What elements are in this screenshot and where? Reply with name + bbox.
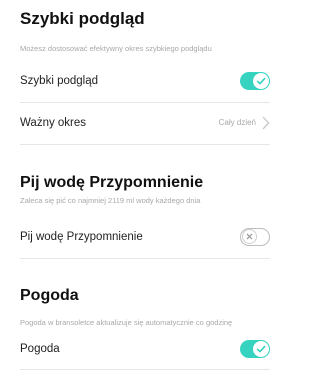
weather-row: Pogoda xyxy=(20,339,270,363)
weather-description: Pogoda w bransoletce aktualizuje się aut… xyxy=(20,318,233,327)
valid-period-label: Ważny okres xyxy=(20,117,87,129)
water-reminder-description: Zaleca się pić co najmniej 2119 ml wody … xyxy=(20,196,201,205)
weather-toggle[interactable] xyxy=(240,340,270,358)
weather-title: Pogoda xyxy=(20,287,79,304)
quick-view-toggle-label: Szybki podgląd xyxy=(20,75,98,87)
check-icon xyxy=(256,77,266,85)
water-reminder-title: Pij wodę Przypomnienie xyxy=(20,174,204,191)
divider xyxy=(20,369,270,370)
quick-view-description: Możesz dostosować efektywny okres szybki… xyxy=(20,44,212,53)
weather-toggle-label: Pogoda xyxy=(20,343,60,355)
divider xyxy=(20,258,270,259)
divider xyxy=(20,102,270,103)
toggle-knob xyxy=(253,341,269,357)
water-reminder-toggle[interactable] xyxy=(240,228,270,246)
valid-period-value: Cały dzień xyxy=(218,118,256,127)
divider xyxy=(20,144,270,145)
water-reminder-toggle-label: Pij wodę Przypomnienie xyxy=(20,231,143,243)
water-reminder-row: Pij wodę Przypomnienie xyxy=(20,227,270,251)
quick-view-title: Szybki podgląd xyxy=(20,9,145,28)
chevron-right-icon xyxy=(262,116,270,130)
toggle-knob xyxy=(253,73,269,89)
close-icon xyxy=(246,233,253,240)
check-icon xyxy=(256,345,266,353)
quick-view-toggle[interactable] xyxy=(240,72,270,90)
quick-view-row: Szybki podgląd xyxy=(20,71,270,95)
valid-period-row[interactable]: Ważny okres Cały dzień xyxy=(20,113,270,137)
toggle-knob xyxy=(242,229,257,244)
